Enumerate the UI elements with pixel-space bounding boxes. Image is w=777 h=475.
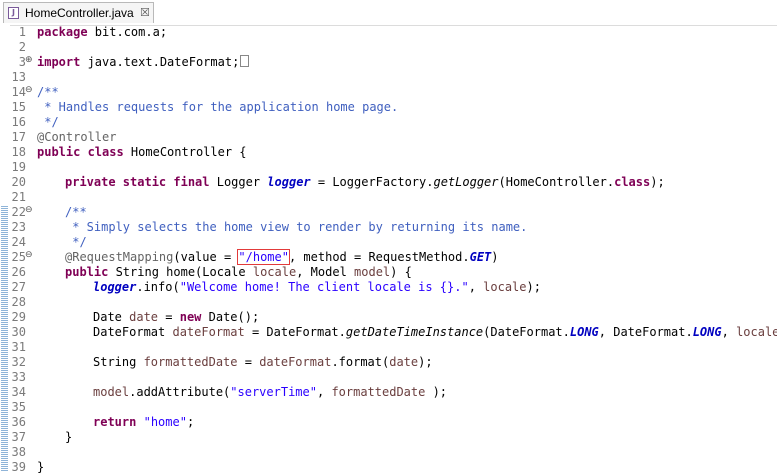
gutter-row: 38 bbox=[0, 445, 777, 460]
code-line-37: } bbox=[65, 430, 73, 444]
code-line-39: } bbox=[37, 460, 45, 474]
gutter-row: 28 bbox=[0, 295, 777, 310]
gutter-row: 35 bbox=[0, 400, 777, 415]
code-line-14: /** bbox=[37, 85, 59, 99]
code-line-3: import java.text.DateFormat; bbox=[0, 55, 777, 70]
code-line-24: */ bbox=[65, 235, 87, 249]
gutter-row: 2 bbox=[0, 40, 777, 55]
code-editor[interactable]: 1 2 3 ⊕ 13 14 ⊖ 15 16 17 18 19 20 21 22 ⊖ 23 24 25 ⊖ 26 27 28 2… bbox=[0, 25, 777, 475]
gutter-row: 31 bbox=[0, 340, 777, 355]
line-number: 31 bbox=[11, 340, 26, 354]
code-line-34: model.addAttribute("serverTime", formatt… bbox=[93, 385, 448, 399]
java-file-icon: J bbox=[8, 7, 19, 19]
editor-tab-bar: J HomeController.java ☒ bbox=[0, 0, 777, 26]
collapsed-imports-icon[interactable] bbox=[240, 55, 250, 67]
gutter-row: 33 bbox=[0, 370, 777, 385]
line-number: 13 bbox=[11, 70, 26, 84]
line-number: 2 bbox=[18, 40, 26, 54]
code-line-15: * Handles requests for the application h… bbox=[37, 100, 399, 114]
code-line-26: public String home(Locale locale, Model … bbox=[65, 265, 412, 279]
code-line-32: String formattedDate = dateFormat.format… bbox=[93, 355, 433, 369]
tab-label: HomeController.java bbox=[25, 6, 134, 20]
code-line-18: public class HomeController { bbox=[37, 145, 247, 159]
code-line-27: logger.info("Welcome home! The client lo… bbox=[93, 280, 541, 294]
code-line-30: DateFormat dateFormat = DateFormat.getDa… bbox=[93, 325, 777, 339]
line-number: 33 bbox=[11, 370, 26, 384]
code-line-36: return "home"; bbox=[93, 415, 195, 429]
line-number: 19 bbox=[11, 160, 26, 174]
code-line-17: @Controller bbox=[37, 130, 117, 144]
code-line-16: */ bbox=[37, 115, 59, 129]
tab-homecontroller[interactable]: J HomeController.java ☒ bbox=[3, 2, 154, 23]
gutter-row: 13 bbox=[0, 70, 777, 85]
line-number: 38 bbox=[11, 445, 26, 459]
code-line-25: @RequestMapping(value = "/home", method … bbox=[65, 249, 499, 265]
code-line-29: Date date = new Date(); bbox=[93, 310, 260, 324]
line-number: 21 bbox=[11, 190, 26, 204]
code-line-20: private static final Logger logger = Log… bbox=[65, 175, 665, 189]
gutter-row: 21 bbox=[0, 190, 777, 205]
close-tab-icon[interactable]: ☒ bbox=[140, 6, 150, 19]
gutter-row: 19 bbox=[0, 160, 777, 175]
code-line-22: /** bbox=[65, 205, 87, 219]
highlighted-mapping-value: "/home" bbox=[237, 249, 290, 265]
line-number: 28 bbox=[11, 295, 26, 309]
code-line-1: package bit.com.a; bbox=[37, 25, 168, 39]
code-line-23: * Simply selects the home view to render… bbox=[65, 220, 528, 234]
line-number: 35 bbox=[11, 400, 26, 414]
